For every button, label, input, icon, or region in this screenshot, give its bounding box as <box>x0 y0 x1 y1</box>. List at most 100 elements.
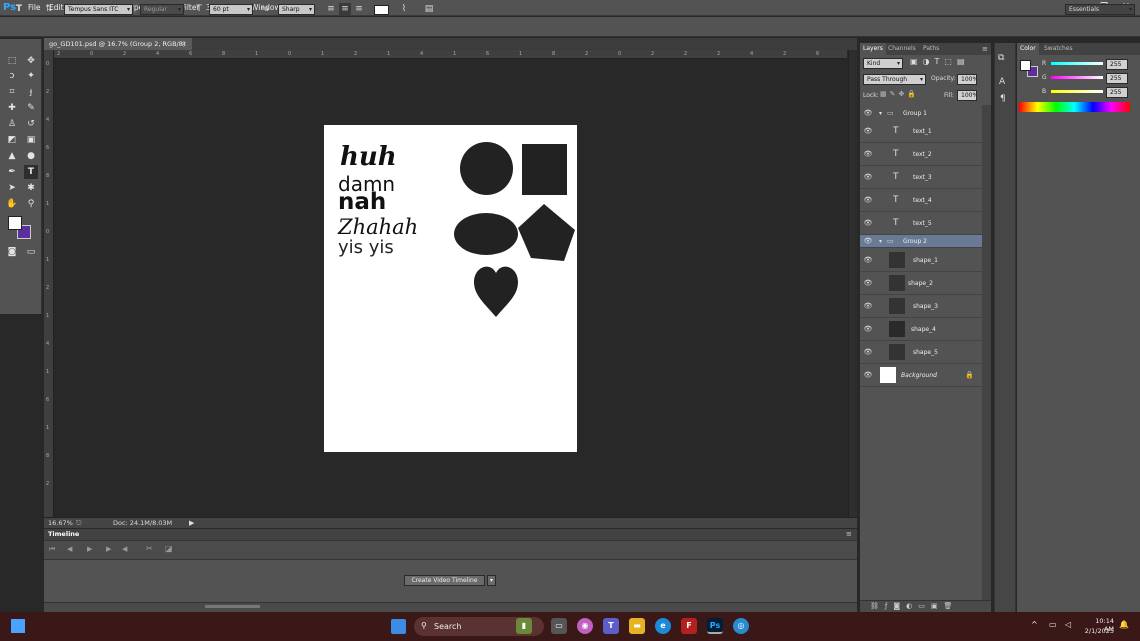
split-icon[interactable]: ✂ <box>146 544 153 553</box>
timeline-zoom-slider[interactable] <box>205 605 260 608</box>
timeline-mode-dropdown-icon[interactable]: ▾ <box>487 575 496 586</box>
document-tab[interactable]: go_GD101.psd @ 16.7% (Group 2, RGB/8) <box>44 38 192 50</box>
widgets-icon[interactable] <box>11 619 25 633</box>
pen-tool-icon[interactable]: ✒ <box>5 165 19 179</box>
fill-field[interactable]: 100% <box>957 90 977 101</box>
history-brush-tool-icon[interactable]: ↺ <box>24 117 38 131</box>
layer-row[interactable]: 👁 T text_5 <box>860 212 982 235</box>
file-explorer-icon[interactable]: ▬ <box>629 618 645 634</box>
audio-icon[interactable]: ◀ <box>122 545 127 553</box>
lasso-tool-icon[interactable]: ↄ <box>5 69 19 83</box>
marquee-tool-icon[interactable]: ⬚ <box>5 54 19 68</box>
layer-row[interactable]: 👁 T text_4 <box>860 189 982 212</box>
copilot-icon[interactable]: ◉ <box>577 618 593 634</box>
network-icon[interactable]: ▭ <box>1049 620 1057 629</box>
visibility-eye-icon[interactable]: 👁 <box>863 341 873 364</box>
visibility-eye-icon[interactable]: 👁 <box>863 235 873 248</box>
eraser-tool-icon[interactable]: ◩ <box>5 133 19 147</box>
r-value[interactable]: 255 <box>1106 59 1128 70</box>
visibility-eye-icon[interactable]: 👁 <box>863 120 873 143</box>
layer-row[interactable]: 👁 shape_3 <box>860 295 982 318</box>
volume-icon[interactable]: ◁ <box>1065 620 1071 629</box>
path-selection-tool-icon[interactable]: ➤ <box>5 181 19 195</box>
timeline-menu-icon[interactable]: ≡ <box>846 529 852 540</box>
create-video-timeline-button[interactable]: Create Video Timeline <box>404 575 485 586</box>
visibility-eye-icon[interactable]: 👁 <box>863 364 873 387</box>
first-frame-icon[interactable]: ⏮ <box>49 545 55 554</box>
clone-stamp-tool-icon[interactable]: ♙ <box>5 117 19 131</box>
font-size-field[interactable]: 60 pt <box>209 4 253 15</box>
layers-scrollbar[interactable] <box>982 105 991 600</box>
paragraph-panel-icon[interactable]: ¶ <box>1000 94 1006 104</box>
type-tool-preset-icon[interactable]: T <box>13 3 25 16</box>
layer-row[interactable]: 👁 shape_1 <box>860 249 982 272</box>
layer-row[interactable]: 👁 shape_4 <box>860 318 982 341</box>
shape-tool-icon[interactable]: ✱ <box>24 181 38 195</box>
hand-tool-icon[interactable]: ✋ <box>5 197 19 211</box>
visibility-eye-icon[interactable]: 👁 <box>863 249 873 272</box>
expand-arrow-icon[interactable]: ▾ <box>879 235 882 248</box>
lock-icon[interactable]: 🔒 <box>965 364 974 387</box>
clock-date[interactable]: 2/1/2025 <box>1084 627 1114 635</box>
b-slider[interactable] <box>1051 90 1103 93</box>
align-left-icon[interactable]: ≡ <box>325 3 337 16</box>
visibility-eye-icon[interactable]: 👁 <box>863 166 873 189</box>
healing-brush-tool-icon[interactable]: ✚ <box>5 101 19 115</box>
document-tab-close-icon[interactable]: × <box>181 38 191 50</box>
g-value[interactable]: 255 <box>1106 73 1128 84</box>
warp-text-icon[interactable]: ⌇ <box>398 3 410 16</box>
foreground-color-swatch[interactable] <box>8 216 22 230</box>
edge-icon[interactable]: e <box>655 618 671 634</box>
document-canvas[interactable]: huh damn nah Zhahah yis yis <box>324 125 577 452</box>
lock-icons[interactable]: ▦✎✥🔒 <box>880 90 919 98</box>
b-value[interactable]: 255 <box>1106 87 1128 98</box>
crop-tool-icon[interactable]: ⌗ <box>5 85 19 99</box>
g-slider[interactable] <box>1051 76 1103 79</box>
next-frame-icon[interactable]: ▶ <box>106 545 111 553</box>
font-style-select[interactable]: Regular <box>140 4 184 15</box>
character-panel-icon[interactable]: A <box>999 77 1005 87</box>
font-family-select[interactable]: Tempus Sans ITC <box>64 4 133 15</box>
color-fg-swatch[interactable] <box>1020 60 1031 71</box>
visibility-eye-icon[interactable]: 👁 <box>863 212 873 235</box>
zoom-level[interactable]: 16.67% <box>48 518 73 528</box>
layer-row-selected[interactable]: 👁 ▾ ▭ Group 2 <box>860 235 982 248</box>
layer-row[interactable]: 👁 T text_2 <box>860 143 982 166</box>
layer-row[interactable]: 👁 Background 🔒 <box>860 364 982 387</box>
tray-chevron-icon[interactable]: ^ <box>1031 620 1038 629</box>
play-icon[interactable]: ▶ <box>87 545 92 553</box>
workspace-select[interactable]: Essentials <box>1065 4 1135 15</box>
windows-start-icon[interactable] <box>391 619 406 634</box>
move-tool-icon[interactable]: ✥ <box>24 54 38 68</box>
dodge-tool-icon[interactable]: ● <box>24 149 38 163</box>
browser-icon[interactable]: ◎ <box>733 618 749 634</box>
layer-filter-icons[interactable]: ▣◑T⬚▤ <box>910 57 970 66</box>
gradient-tool-icon[interactable]: ▣ <box>24 133 38 147</box>
type-tool-icon[interactable]: T <box>24 165 38 179</box>
layer-row[interactable]: 👁 shape_2 <box>860 272 982 295</box>
notification-bell-icon[interactable]: 🔔 <box>1119 620 1129 629</box>
teams-icon[interactable]: T <box>603 618 619 634</box>
brush-tool-icon[interactable]: ✎ <box>24 101 38 115</box>
visibility-eye-icon[interactable]: 👁 <box>863 318 873 341</box>
transition-icon[interactable]: ◪ <box>165 544 173 553</box>
opacity-field[interactable]: 100% <box>957 74 977 85</box>
visibility-eye-icon[interactable]: 👁 <box>863 295 873 318</box>
visibility-eye-icon[interactable]: 👁 <box>863 272 873 295</box>
tab-color[interactable]: Color <box>1017 43 1039 55</box>
align-right-icon[interactable]: ≡ <box>353 3 365 16</box>
character-panel-icon[interactable]: ▤ <box>423 3 435 16</box>
tab-swatches[interactable]: Swatches <box>1041 43 1076 55</box>
tab-paths[interactable]: Paths <box>920 43 942 55</box>
menu-file[interactable]: File <box>28 0 41 16</box>
prev-frame-icon[interactable]: ◀ <box>67 545 72 553</box>
history-panel-icon[interactable]: ⧉ <box>998 53 1004 63</box>
orientation-toggle-icon[interactable]: ⇅ <box>43 3 55 16</box>
layer-filter-select[interactable]: Kind <box>863 58 903 69</box>
magic-wand-tool-icon[interactable]: ✦ <box>24 69 38 83</box>
tab-channels[interactable]: Channels <box>885 43 919 55</box>
status-menu-arrow-icon[interactable]: ▶ <box>189 518 194 528</box>
photoshop-taskbar-icon[interactable]: Ps <box>707 618 723 634</box>
zoom-tool-icon[interactable]: ⚲ <box>24 197 38 211</box>
antialias-select[interactable]: Sharp <box>278 4 315 15</box>
